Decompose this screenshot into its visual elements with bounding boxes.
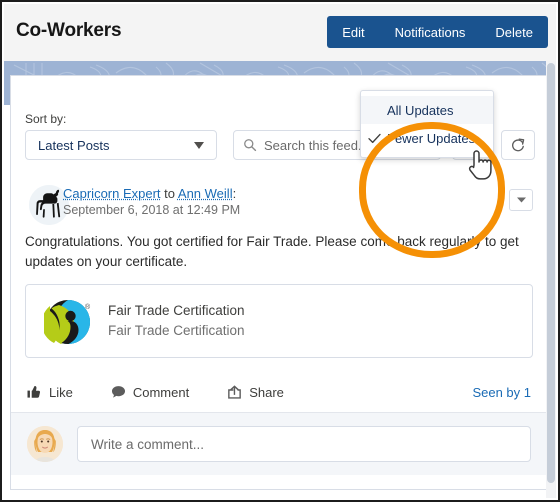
share-arrow-icon	[227, 385, 242, 399]
post-timestamp[interactable]: September 6, 2018 at 12:49 PM	[63, 202, 240, 219]
comment-composer: Write a comment...	[11, 413, 547, 475]
post-menu-button[interactable]	[509, 189, 533, 211]
menu-item-fewer-updates[interactable]: Fewer Updates	[361, 124, 493, 152]
share-label: Share	[249, 384, 284, 400]
refresh-icon	[512, 138, 525, 152]
svg-text:®: ®	[85, 303, 91, 311]
menu-item-all-updates[interactable]: All Updates	[361, 96, 493, 124]
edit-button[interactable]: Edit	[327, 16, 379, 48]
post-colon: :	[232, 186, 237, 201]
menu-item-fewer-updates-label: Fewer Updates	[387, 130, 476, 146]
comment-input[interactable]: Write a comment...	[77, 426, 531, 462]
post-attachment-card[interactable]: ® Fair Trade Certification Fair Trade Ce…	[25, 284, 533, 358]
page-title: Co-Workers	[16, 20, 122, 41]
delete-button[interactable]: Delete	[480, 16, 548, 48]
post-recipient-link[interactable]: Ann Weill	[178, 186, 233, 201]
app-header: Co-Workers Edit Notifications Delete	[4, 4, 556, 61]
search-icon	[244, 139, 257, 152]
user-avatar-icon	[27, 426, 63, 462]
post-body-text: Congratulations. You got certified for F…	[25, 234, 519, 269]
menu-item-all-updates-label: All Updates	[387, 102, 454, 118]
post-meta: Capricorn Expert to Ann Weill: September…	[63, 185, 240, 219]
screenshot-root: Co-Workers Edit Notifications Delete Sor…	[0, 0, 560, 502]
avatar	[27, 426, 63, 462]
comment-button[interactable]: Comment	[111, 385, 189, 400]
filter-dropdown-menu: All Updates Fewer Updates	[360, 90, 494, 158]
seen-by-link[interactable]: Seen by 1	[472, 385, 531, 400]
search-placeholder: Search this feed...	[264, 137, 369, 153]
chevron-down-icon	[516, 197, 526, 203]
attachment-text: Fair Trade Certification Fair Trade Cert…	[108, 301, 245, 341]
fairtrade-logo-icon: ®	[44, 300, 91, 345]
post-action-bar: Like Comment Share Seen by 1	[11, 374, 547, 410]
header-action-group: Edit Notifications Delete	[327, 16, 548, 48]
refresh-feed-button[interactable]	[501, 130, 535, 160]
post-byline: Capricorn Expert to Ann Weill:	[63, 185, 240, 202]
chevron-down-icon	[194, 141, 204, 149]
comment-label: Comment	[132, 384, 190, 400]
post-connector: to	[160, 186, 178, 201]
comment-bubble-icon	[111, 385, 126, 399]
vertical-scrollbar[interactable]	[546, 61, 556, 498]
thumbs-up-icon	[27, 385, 42, 399]
checkmark-icon	[361, 133, 387, 144]
attachment-title: Fair Trade Certification	[108, 303, 245, 318]
like-button[interactable]: Like	[27, 385, 73, 400]
scrollbar-thumb[interactable]	[547, 63, 555, 483]
comment-placeholder: Write a comment...	[91, 436, 205, 452]
notifications-button[interactable]: Notifications	[380, 16, 481, 48]
sort-by-label: Sort by:	[25, 112, 67, 126]
like-label: Like	[49, 384, 73, 400]
sort-by-value: Latest Posts	[38, 137, 110, 153]
sort-by-select[interactable]: Latest Posts	[25, 130, 217, 160]
attachment-subtitle: Fair Trade Certification	[108, 323, 245, 338]
post-author-link[interactable]: Capricorn Expert	[63, 186, 161, 201]
share-button[interactable]: Share	[227, 385, 284, 400]
